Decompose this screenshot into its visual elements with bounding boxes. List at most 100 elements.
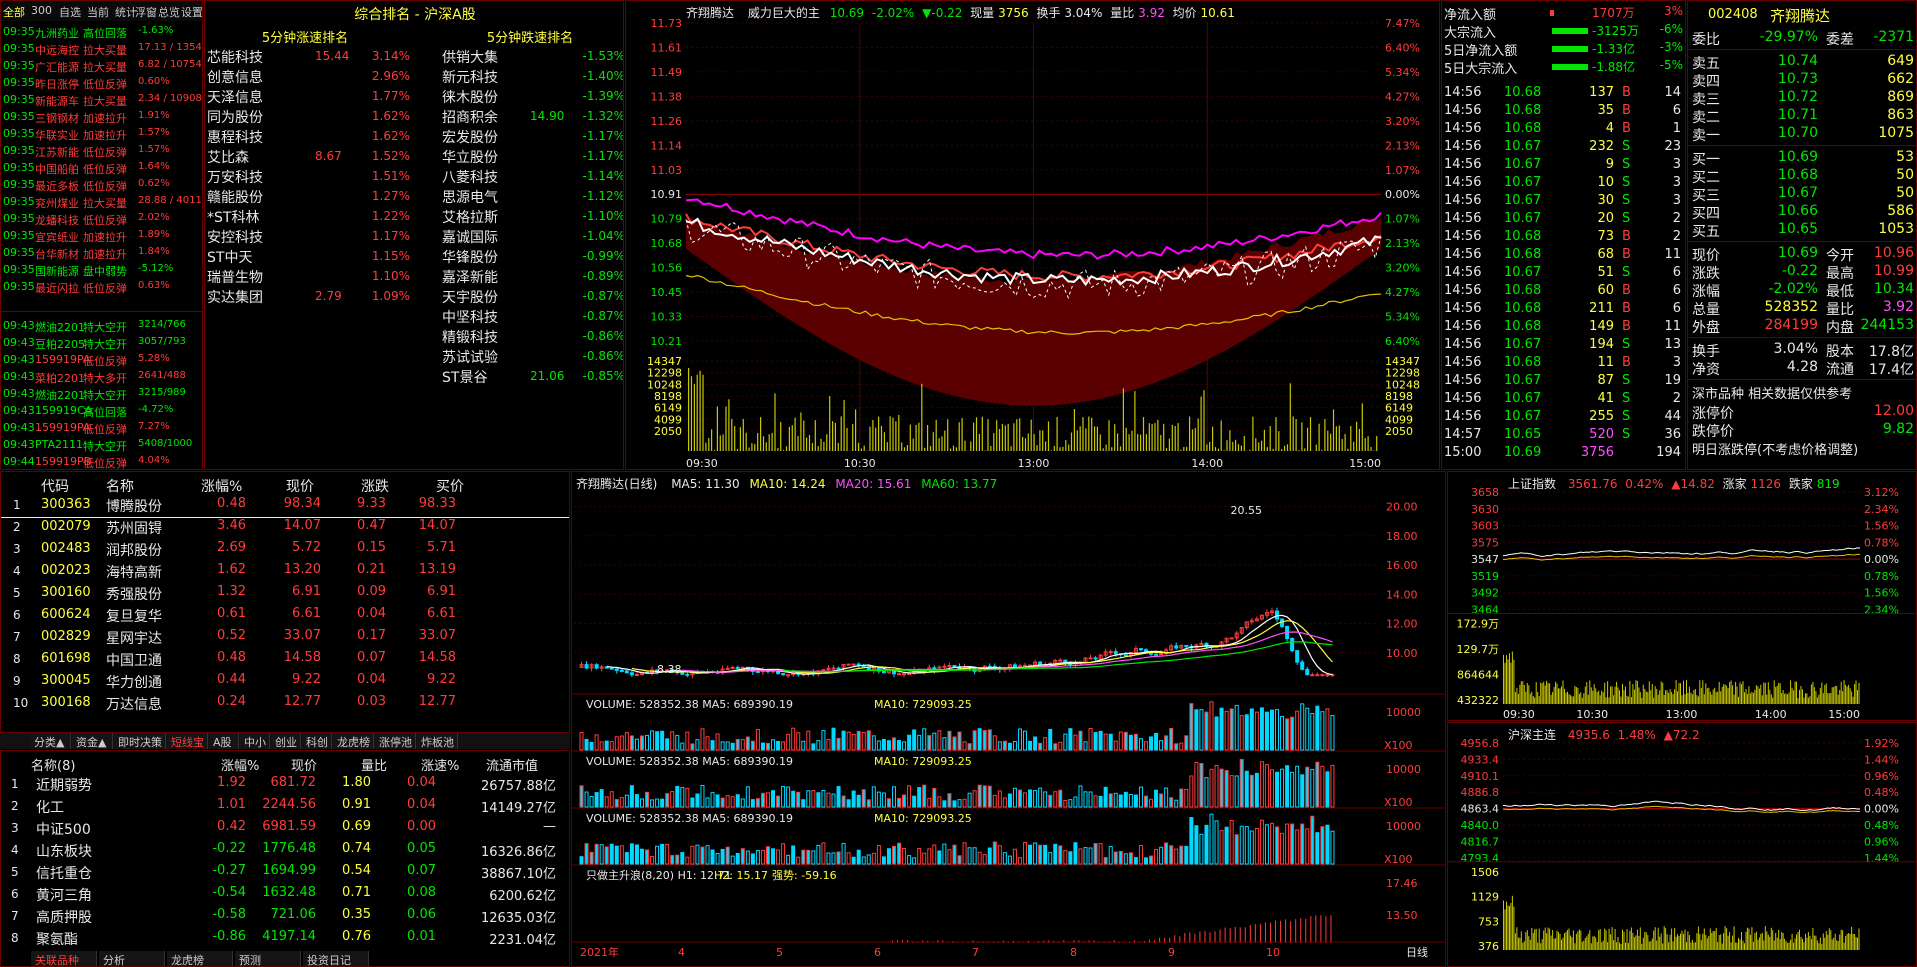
stock-list-panel[interactable]: 代码 名称 涨幅% 现价 涨跌 买价 1 300363 博腾股份 0.48 98.34 9.33 98… — [0, 471, 570, 733]
rank-up-row[interactable]: 同为股份 1.62% — [205, 107, 420, 127]
rank-up-row[interactable]: 艾比森 8.67 1.52% — [205, 147, 420, 167]
stock-row[interactable]: 10 300168 万达信息 0.24 12.77 0.03 12.77 — [1, 694, 569, 716]
alert1-row[interactable]: 09:35 华联实业 加速拉升 1.57% — [1, 127, 202, 143]
alert2-row[interactable]: 09:43 159919PA 低位反弹 5.28% — [1, 353, 202, 369]
rank-down-row[interactable]: 艾格拉斯 -1.10% — [440, 207, 623, 227]
subtab-8[interactable]: 龙虎榜 — [333, 733, 374, 749]
sector-row[interactable]: 2 化工 1.01 2244.56 0.91 0.04 14149.27亿 — [1, 797, 569, 819]
rank-down-row[interactable]: 徕木股份 -1.39% — [440, 87, 623, 107]
sector-col-header[interactable]: 涨速% — [421, 755, 459, 774]
stock-row[interactable]: 3 002483 润邦股份 2.69 5.72 0.15 5.71 — [1, 540, 569, 562]
sector-col-header[interactable]: 流通市值 — [486, 755, 538, 774]
subtab-2[interactable]: 即时决策 — [114, 733, 166, 749]
daily-chart-panel[interactable]: 20.00 18.00 16.00 14.00 12.00 10.00 20.55 8.38 V… — [571, 471, 1446, 967]
rank-up-row[interactable]: 惠程科技 1.62% — [205, 127, 420, 147]
subtab-9[interactable]: 涨停池 — [375, 733, 416, 749]
alert-tab-4[interactable]: 统计 — [115, 4, 137, 20]
sector-col-header[interactable]: 量比 — [361, 755, 387, 774]
alert1-row[interactable]: 09:35 龙蟠科技 低位反弹 2.02% — [1, 212, 202, 228]
rank-down-row[interactable]: ST景谷 21.06 -0.85% — [440, 367, 623, 387]
rank-down-row[interactable]: 思源电气 -1.12% — [440, 187, 623, 207]
subtab-7[interactable]: 科创 — [302, 733, 332, 749]
sector-row[interactable]: 1 近期弱势 1.92 681.72 1.80 0.04 26757.88亿 — [1, 775, 569, 797]
alert1-row[interactable]: 09:35 广汇能源 拉大买量 6.82 / 10754 — [1, 59, 202, 75]
stock-col-header[interactable]: 涨幅% — [201, 476, 242, 496]
rank-down-row[interactable]: 嘉诚国际 -1.04% — [440, 227, 623, 247]
alert1-row[interactable]: 09:35 新能源车 拉大买量 2.34 / 10908 — [1, 93, 202, 109]
intraday-chart[interactable]: 11.73 7.47%11.61 6.40%11.49 5.34%11.38 4.27%… — [626, 1, 1440, 470]
stock-row[interactable]: 5 300160 秀强股份 1.32 6.91 0.09 6.91 — [1, 584, 569, 606]
sector-row[interactable]: 7 高质押股 -0.58 721.06 0.35 0.06 12635.03亿 — [1, 907, 569, 929]
rank-up-row[interactable]: 赣能股份 1.27% — [205, 187, 420, 207]
sector-col-header[interactable]: 涨幅% — [221, 755, 259, 774]
bottom-tab-1[interactable]: 分析 — [99, 951, 165, 966]
intraday-chart-panel[interactable]: 齐翔腾达 威力巨大的主 10.69 -2.02% ▼-0.22 现量 3756 … — [625, 0, 1440, 470]
alert1-row[interactable]: 09:35 最近闪拉 低位反弹 0.63% — [1, 280, 202, 296]
alert2-row[interactable]: 09:43 PTA2111 特大空开 5408/1000 — [1, 438, 202, 454]
alert2-row[interactable]: 09:44 159919PB 低位反弹 4.04% — [1, 455, 202, 469]
stock-col-header[interactable]: 涨跌 — [361, 476, 389, 496]
alert1-row[interactable]: 09:35 兖州煤业 拉大买量 28.88 / 4011 — [1, 195, 202, 211]
rank-down-row[interactable]: 八菱科技 -1.14% — [440, 167, 623, 187]
monitor-tab-0[interactable]: 浮窗 — [135, 4, 157, 20]
rank-down-row[interactable]: 精锻科技 -0.86% — [440, 327, 623, 347]
subtab-1[interactable]: 资金▲ — [72, 733, 113, 749]
rank-up-row[interactable]: *ST科林 1.22% — [205, 207, 420, 227]
bottom-tab-4[interactable]: 投资日记 — [303, 951, 369, 966]
alert1-row[interactable]: 09:35 九洲药业 高位回落 -1.63% — [1, 25, 202, 41]
subtab-5[interactable]: 中小 — [240, 733, 270, 749]
rank-up-row[interactable]: 安控科技 1.17% — [205, 227, 420, 247]
rank-down-row[interactable]: 供销大集 -1.53% — [440, 47, 623, 67]
stock-row[interactable]: 6 600624 复旦复华 0.61 6.61 0.04 6.61 — [1, 606, 569, 628]
subtab-6[interactable]: 创业 — [271, 733, 301, 749]
monitor-tab-2[interactable]: 设置 — [181, 4, 202, 20]
alert2-row[interactable]: 09:43 159919CA 高位回落 -4.72% — [1, 404, 202, 420]
rank-down-row[interactable]: 苏试试验 -0.86% — [440, 347, 623, 367]
alert1-row[interactable]: 09:35 中国船舶 低位反弹 1.64% — [1, 161, 202, 177]
alert1-row[interactable]: 09:35 江苏新能 低位反弹 1.57% — [1, 144, 202, 160]
rank-down-row[interactable]: 新元科技 -1.40% — [440, 67, 623, 87]
alert2-row[interactable]: 09:43 菜粕2201 特大多开 2641/488 — [1, 370, 202, 386]
sector-row[interactable]: 6 黄河三角 -0.54 1632.48 0.71 0.08 6200.62亿 — [1, 885, 569, 907]
stock-col-header[interactable]: 买价 — [436, 476, 464, 496]
alert2-row[interactable]: 09:43 159919PA 低位反弹 7.27% — [1, 421, 202, 437]
stock-row[interactable]: 9 300045 华力创通 0.44 9.22 0.04 9.22 — [1, 672, 569, 694]
rank-down-row[interactable]: 宏发股份 -1.17% — [440, 127, 623, 147]
subtab-0[interactable]: 分类▲ — [30, 733, 71, 749]
monitor-tab-1[interactable]: 总览 — [158, 4, 180, 20]
rank-up-row[interactable]: 实达集团 2.79 1.09% — [205, 287, 420, 307]
alert2-row[interactable]: 09:43 豆粕2205 特大空开 3057/793 — [1, 336, 202, 352]
alert1-row[interactable]: 09:35 中远海控 拉大买量 17.13 / 13548 — [1, 42, 202, 58]
bottom-tab-2[interactable]: 龙虎榜 — [167, 951, 233, 966]
sh-index-panel[interactable]: 3658 3.12% 3630 2.34% 3603 1.56% 3575 0.78% 3547… — [1447, 471, 1917, 721]
alert1-row[interactable]: 09:35 宜宾纸业 加速拉升 1.89% — [1, 229, 202, 245]
rank-up-row[interactable]: 万安科技 1.51% — [205, 167, 420, 187]
stock-col-header[interactable]: 名称 — [106, 476, 134, 496]
stock-row[interactable]: 1 300363 博腾股份 0.48 98.34 9.33 98.33 — [1, 496, 569, 518]
rank-up-row[interactable]: 天泽信息 1.77% — [205, 87, 420, 107]
rank-up-row[interactable]: ST中天 1.15% — [205, 247, 420, 267]
stock-row[interactable]: 8 601698 中国卫通 0.48 14.58 0.07 14.58 — [1, 650, 569, 672]
bottom-tab-0[interactable]: 关联品种 — [31, 951, 97, 966]
stock-row[interactable]: 7 002829 星网宇达 0.52 33.07 0.17 33.07 — [1, 628, 569, 650]
rank-down-row[interactable]: 华锋股份 -0.99% — [440, 247, 623, 267]
stock-row[interactable]: 4 002023 海特高新 1.62 13.20 0.21 13.19 — [1, 562, 569, 584]
hs-index-chart[interactable]: 4956.8 1.92%4933.4 1.44%4910.1 0.96%4886.8 0… — [1448, 723, 1917, 967]
stock-row[interactable]: 2 002079 苏州固锝 3.46 14.07 0.47 14.07 — [1, 518, 569, 540]
sh-index-chart[interactable]: 3658 3.12%3630 2.34%3603 1.56%3575 0.78%3547… — [1448, 472, 1917, 721]
alert2-row[interactable]: 09:43 燃油2201 特大空开 3214/766 — [1, 319, 202, 335]
daily-kline-chart[interactable]: 20.0018.0016.0014.0012.0010.0020.558.38V… — [572, 472, 1446, 967]
alert1-row[interactable]: 09:35 国新能源 盘中弱势 -5.12% — [1, 263, 202, 279]
rank-up-row[interactable]: 芯能科技 15.44 3.14% — [205, 47, 420, 67]
rank-down-row[interactable]: 招商积余 14.90 -1.32% — [440, 107, 623, 127]
rank-up-row[interactable]: 创意信息 2.96% — [205, 67, 420, 87]
stock-col-header[interactable]: 代码 — [41, 476, 69, 496]
sector-row[interactable]: 3 中证500 0.42 6981.59 0.69 0.00— — [1, 819, 569, 841]
alert-tab-0[interactable]: 全部 — [3, 4, 25, 20]
subtab-3[interactable]: 短线宝 — [167, 733, 208, 749]
sector-panel[interactable]: 名称(8) 涨幅% 现价 量比 涨速% 流通市值 1 近期弱势 1.92 681.72 1.80 0… — [0, 750, 570, 967]
sector-col-header[interactable]: 现价 — [291, 755, 317, 774]
stock-col-header[interactable]: 现价 — [286, 476, 314, 496]
alert-tab-3[interactable]: 当前 — [87, 4, 109, 20]
alert1-row[interactable]: 09:35 台华新材 加速拉升 1.84% — [1, 246, 202, 262]
